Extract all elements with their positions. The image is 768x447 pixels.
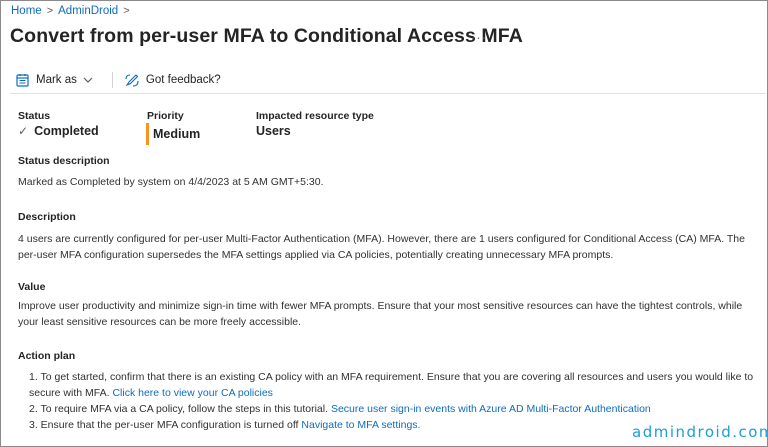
priority-value: Medium bbox=[153, 127, 201, 141]
impacted-resource-value: Users bbox=[256, 124, 291, 138]
status-label: Status bbox=[18, 110, 51, 122]
priority-label: Priority bbox=[147, 110, 184, 122]
page-title: Convert from per-user MFA to Conditional… bbox=[10, 25, 523, 47]
description-text: 4 users are currently configured for per… bbox=[18, 233, 745, 261]
mfa-settings-link[interactable]: Navigate to MFA settings. bbox=[301, 419, 420, 431]
breadcrumb-admindroid[interactable]: AdminDroid bbox=[58, 5, 118, 17]
more-options-button[interactable]: ··· bbox=[471, 30, 487, 45]
action-step-1: 1. To get started, confirm that there is… bbox=[29, 369, 755, 401]
status-value-group: ✓ Completed bbox=[18, 124, 99, 138]
calendar-icon bbox=[16, 73, 29, 87]
priority-indicator bbox=[146, 123, 149, 145]
feedback-button[interactable]: Got feedback? bbox=[119, 73, 227, 87]
watermark-logo: admindroid.com bbox=[632, 423, 768, 441]
mark-as-button[interactable]: Mark as bbox=[10, 73, 106, 87]
value-heading: Value bbox=[18, 281, 46, 293]
breadcrumb-home[interactable]: Home bbox=[11, 5, 42, 17]
view-ca-policies-link[interactable]: Click here to view your CA policies bbox=[112, 387, 272, 399]
action-step-3-text: 3. Ensure that the per-user MFA configur… bbox=[29, 419, 299, 431]
value-text: Improve user productivity and minimize s… bbox=[18, 300, 743, 328]
description-heading: Description bbox=[18, 211, 76, 223]
action-plan-heading: Action plan bbox=[18, 350, 76, 362]
status-description-text: Marked as Completed by system on 4/4/202… bbox=[18, 176, 324, 188]
command-bar: Mark as Got feedback? bbox=[10, 66, 766, 94]
chevron-down-icon bbox=[83, 77, 93, 83]
breadcrumb: Home > AdminDroid > bbox=[11, 5, 130, 17]
action-step-2-text: 2. To require MFA via a CA policy, follo… bbox=[29, 403, 329, 415]
status-value: Completed bbox=[34, 124, 99, 138]
status-description-heading: Status description bbox=[18, 155, 110, 167]
mark-as-label: Mark as bbox=[36, 73, 77, 86]
impacted-resource-label: Impacted resource type bbox=[256, 110, 374, 122]
secure-sign-in-link[interactable]: Secure user sign-in events with Azure AD… bbox=[331, 403, 651, 415]
checkmark-icon: ✓ bbox=[18, 124, 29, 138]
action-step-2: 2. To require MFA via a CA policy, follo… bbox=[29, 401, 755, 417]
breadcrumb-separator: > bbox=[123, 5, 130, 17]
toolbar-divider bbox=[111, 71, 113, 88]
feedback-icon bbox=[125, 73, 139, 87]
breadcrumb-separator: > bbox=[46, 5, 54, 17]
feedback-label: Got feedback? bbox=[145, 73, 221, 86]
